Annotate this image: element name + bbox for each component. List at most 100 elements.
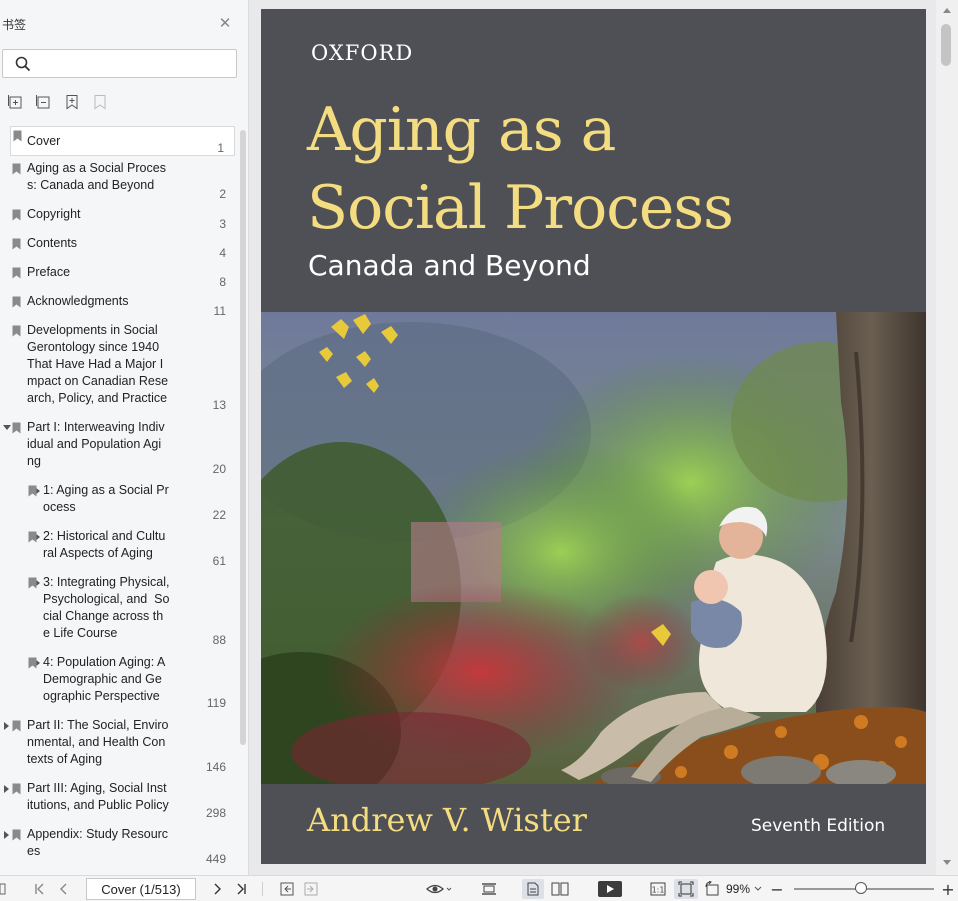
bookmark-tools	[8, 94, 108, 110]
bookmark-page-number: 3	[219, 217, 226, 231]
bookmark-label: Cover	[27, 134, 61, 148]
book-edition: Seventh Edition	[751, 816, 886, 836]
collapsed-arrow-icon[interactable]	[4, 831, 9, 839]
bookmark-page-number: 8	[219, 275, 226, 289]
remove-bookmark-icon[interactable]	[92, 94, 108, 110]
bookmark-search-input[interactable]	[2, 49, 237, 78]
two-page-icon[interactable]	[548, 879, 572, 899]
bookmark-icon	[28, 657, 37, 669]
zoom-level: 99%	[725, 882, 751, 896]
scroll-down-icon[interactable]	[943, 860, 951, 865]
bookmark-item[interactable]: Preface 8	[0, 264, 236, 290]
fit-page-icon[interactable]	[674, 879, 698, 899]
bookmark-item[interactable]: Cover 1	[10, 126, 235, 156]
single-page-icon[interactable]	[522, 879, 544, 899]
bookmark-item[interactable]: Copyright 3	[0, 206, 236, 232]
cover-photo	[261, 312, 926, 784]
bookmark-page-number: 119	[206, 696, 226, 710]
bookmark-item[interactable]: Part III: Aging, Social Inst itutions, a…	[0, 780, 236, 820]
zoom-out-icon[interactable]: −	[770, 879, 784, 899]
search-icon	[15, 56, 31, 72]
book-author: Andrew V. Wister	[307, 801, 587, 839]
actual-size-label: 1:1	[652, 886, 665, 895]
bookmark-page-number: 88	[212, 633, 226, 647]
bookmark-icon	[12, 163, 21, 175]
bookmark-icon	[12, 829, 21, 841]
bookmark-label: Part II: The Social, Enviro nmental, and…	[27, 718, 169, 766]
eye-view-mode-icon[interactable]	[424, 879, 454, 899]
bookmark-icon	[28, 485, 37, 497]
scrollbar-thumb[interactable]	[941, 24, 951, 66]
next-page-icon[interactable]	[209, 879, 225, 899]
collapsed-arrow-icon[interactable]	[4, 722, 9, 730]
bookmark-page-number: 13	[212, 398, 226, 412]
bookmark-page-number: 22	[212, 508, 226, 522]
bookmark-label: Copyright	[27, 207, 81, 221]
bookmark-item[interactable]: 2: Historical and Cultu ral Aspects of A…	[0, 528, 236, 568]
bookmark-label: Appendix: Study Resourc es	[27, 827, 169, 858]
bookmark-item[interactable]: 3: Integrating Physical, Psychological, …	[0, 574, 236, 647]
bookmark-item[interactable]: Developments in Social Gerontology since…	[0, 322, 236, 412]
actual-size-icon[interactable]: 1:1	[649, 879, 667, 899]
book-title-line-1: Aging as a	[307, 95, 616, 165]
zoom-dropdown[interactable]: 99%	[724, 879, 764, 899]
bookmark-icon	[12, 238, 21, 250]
bookmark-label: 1: Aging as a Social Pr ocess	[43, 483, 169, 514]
bookmark-icon	[12, 783, 21, 795]
bookmark-label: Preface	[27, 265, 71, 279]
bookmark-page-number: 146	[205, 760, 226, 774]
last-page-icon[interactable]	[233, 879, 249, 899]
bookmark-icon	[12, 296, 21, 308]
bookmark-item[interactable]: Appendix: Study Resourc es 449	[0, 826, 236, 866]
bookmark-icon	[28, 577, 37, 589]
bookmark-item[interactable]: 4: Population Aging: A Demographic and G…	[0, 654, 236, 710]
collapse-all-icon[interactable]	[36, 94, 52, 110]
bookmark-icon	[28, 531, 37, 543]
first-page-icon[interactable]	[32, 879, 48, 899]
bookmark-label: 3: Integrating Physical, Psychological, …	[43, 575, 170, 640]
scroll-up-icon[interactable]	[943, 8, 951, 13]
bookmark-label: Aging as a Social Proces s: Canada and B…	[27, 161, 166, 192]
book-subtitle: Canada and Beyond	[308, 249, 591, 282]
bookmark-item[interactable]: Contents 4	[0, 235, 236, 261]
close-icon[interactable]: ✕	[218, 16, 232, 31]
page-number-input[interactable]: Cover (1/513)	[86, 878, 196, 900]
bookmarks-title: 书签	[2, 18, 27, 32]
previous-page-icon[interactable]	[56, 879, 72, 899]
bookmark-item[interactable]: Aging as a Social Proces s: Canada and B…	[0, 160, 236, 204]
go-back-icon[interactable]	[278, 879, 296, 899]
bookmark-page-number: 4	[219, 246, 226, 260]
bookmark-page-number: 11	[213, 304, 226, 318]
bookmark-page-number: 449	[205, 852, 226, 866]
bookmark-icon	[13, 130, 22, 142]
expanded-arrow-icon[interactable]	[3, 425, 11, 430]
bookmark-item[interactable]: 1: Aging as a Social Pr ocess 22	[0, 482, 236, 522]
collapsed-arrow-icon[interactable]	[4, 785, 9, 793]
bookmark-icon	[12, 325, 21, 337]
bookmark-item[interactable]: Part I: Interweaving Indiv idual and Pop…	[0, 419, 236, 476]
book-title: Aging as a Social Process	[307, 91, 734, 247]
zoom-slider-knob[interactable]	[855, 882, 867, 894]
bookmark-label: Contents	[27, 236, 78, 250]
rotate-page-icon[interactable]	[703, 879, 721, 899]
bookmark-icon	[12, 209, 21, 221]
sidebar-scrollbar[interactable]	[240, 130, 246, 745]
bookmark-item[interactable]: Acknowledgments 11	[0, 293, 236, 319]
bottom-toolbar: Cover (1/513) 1:1 99% − +	[0, 875, 958, 901]
bookmark-page-number: 2	[219, 187, 226, 201]
slideshow-play-icon[interactable]	[597, 879, 623, 899]
zoom-in-icon[interactable]: +	[940, 879, 956, 899]
fit-width-icon[interactable]	[478, 879, 500, 899]
bookmark-icon	[12, 720, 21, 732]
book-cover-page: OXFORD Aging as a Social Process Canada …	[261, 9, 926, 864]
publisher-name: OXFORD	[311, 41, 414, 65]
toolbar-edge-icon	[0, 879, 6, 899]
go-forward-icon[interactable]	[302, 879, 320, 899]
document-view[interactable]: OXFORD Aging as a Social Process Canada …	[250, 0, 936, 875]
document-scrollbar[interactable]	[936, 0, 958, 875]
expand-all-icon[interactable]	[8, 94, 24, 110]
bookmark-page-number: 20	[212, 462, 226, 476]
bookmark-item[interactable]: Part II: The Social, Enviro nmental, and…	[0, 717, 236, 774]
add-bookmark-icon[interactable]	[64, 94, 80, 110]
bookmark-label: Part III: Aging, Social Inst itutions, a…	[27, 781, 169, 812]
